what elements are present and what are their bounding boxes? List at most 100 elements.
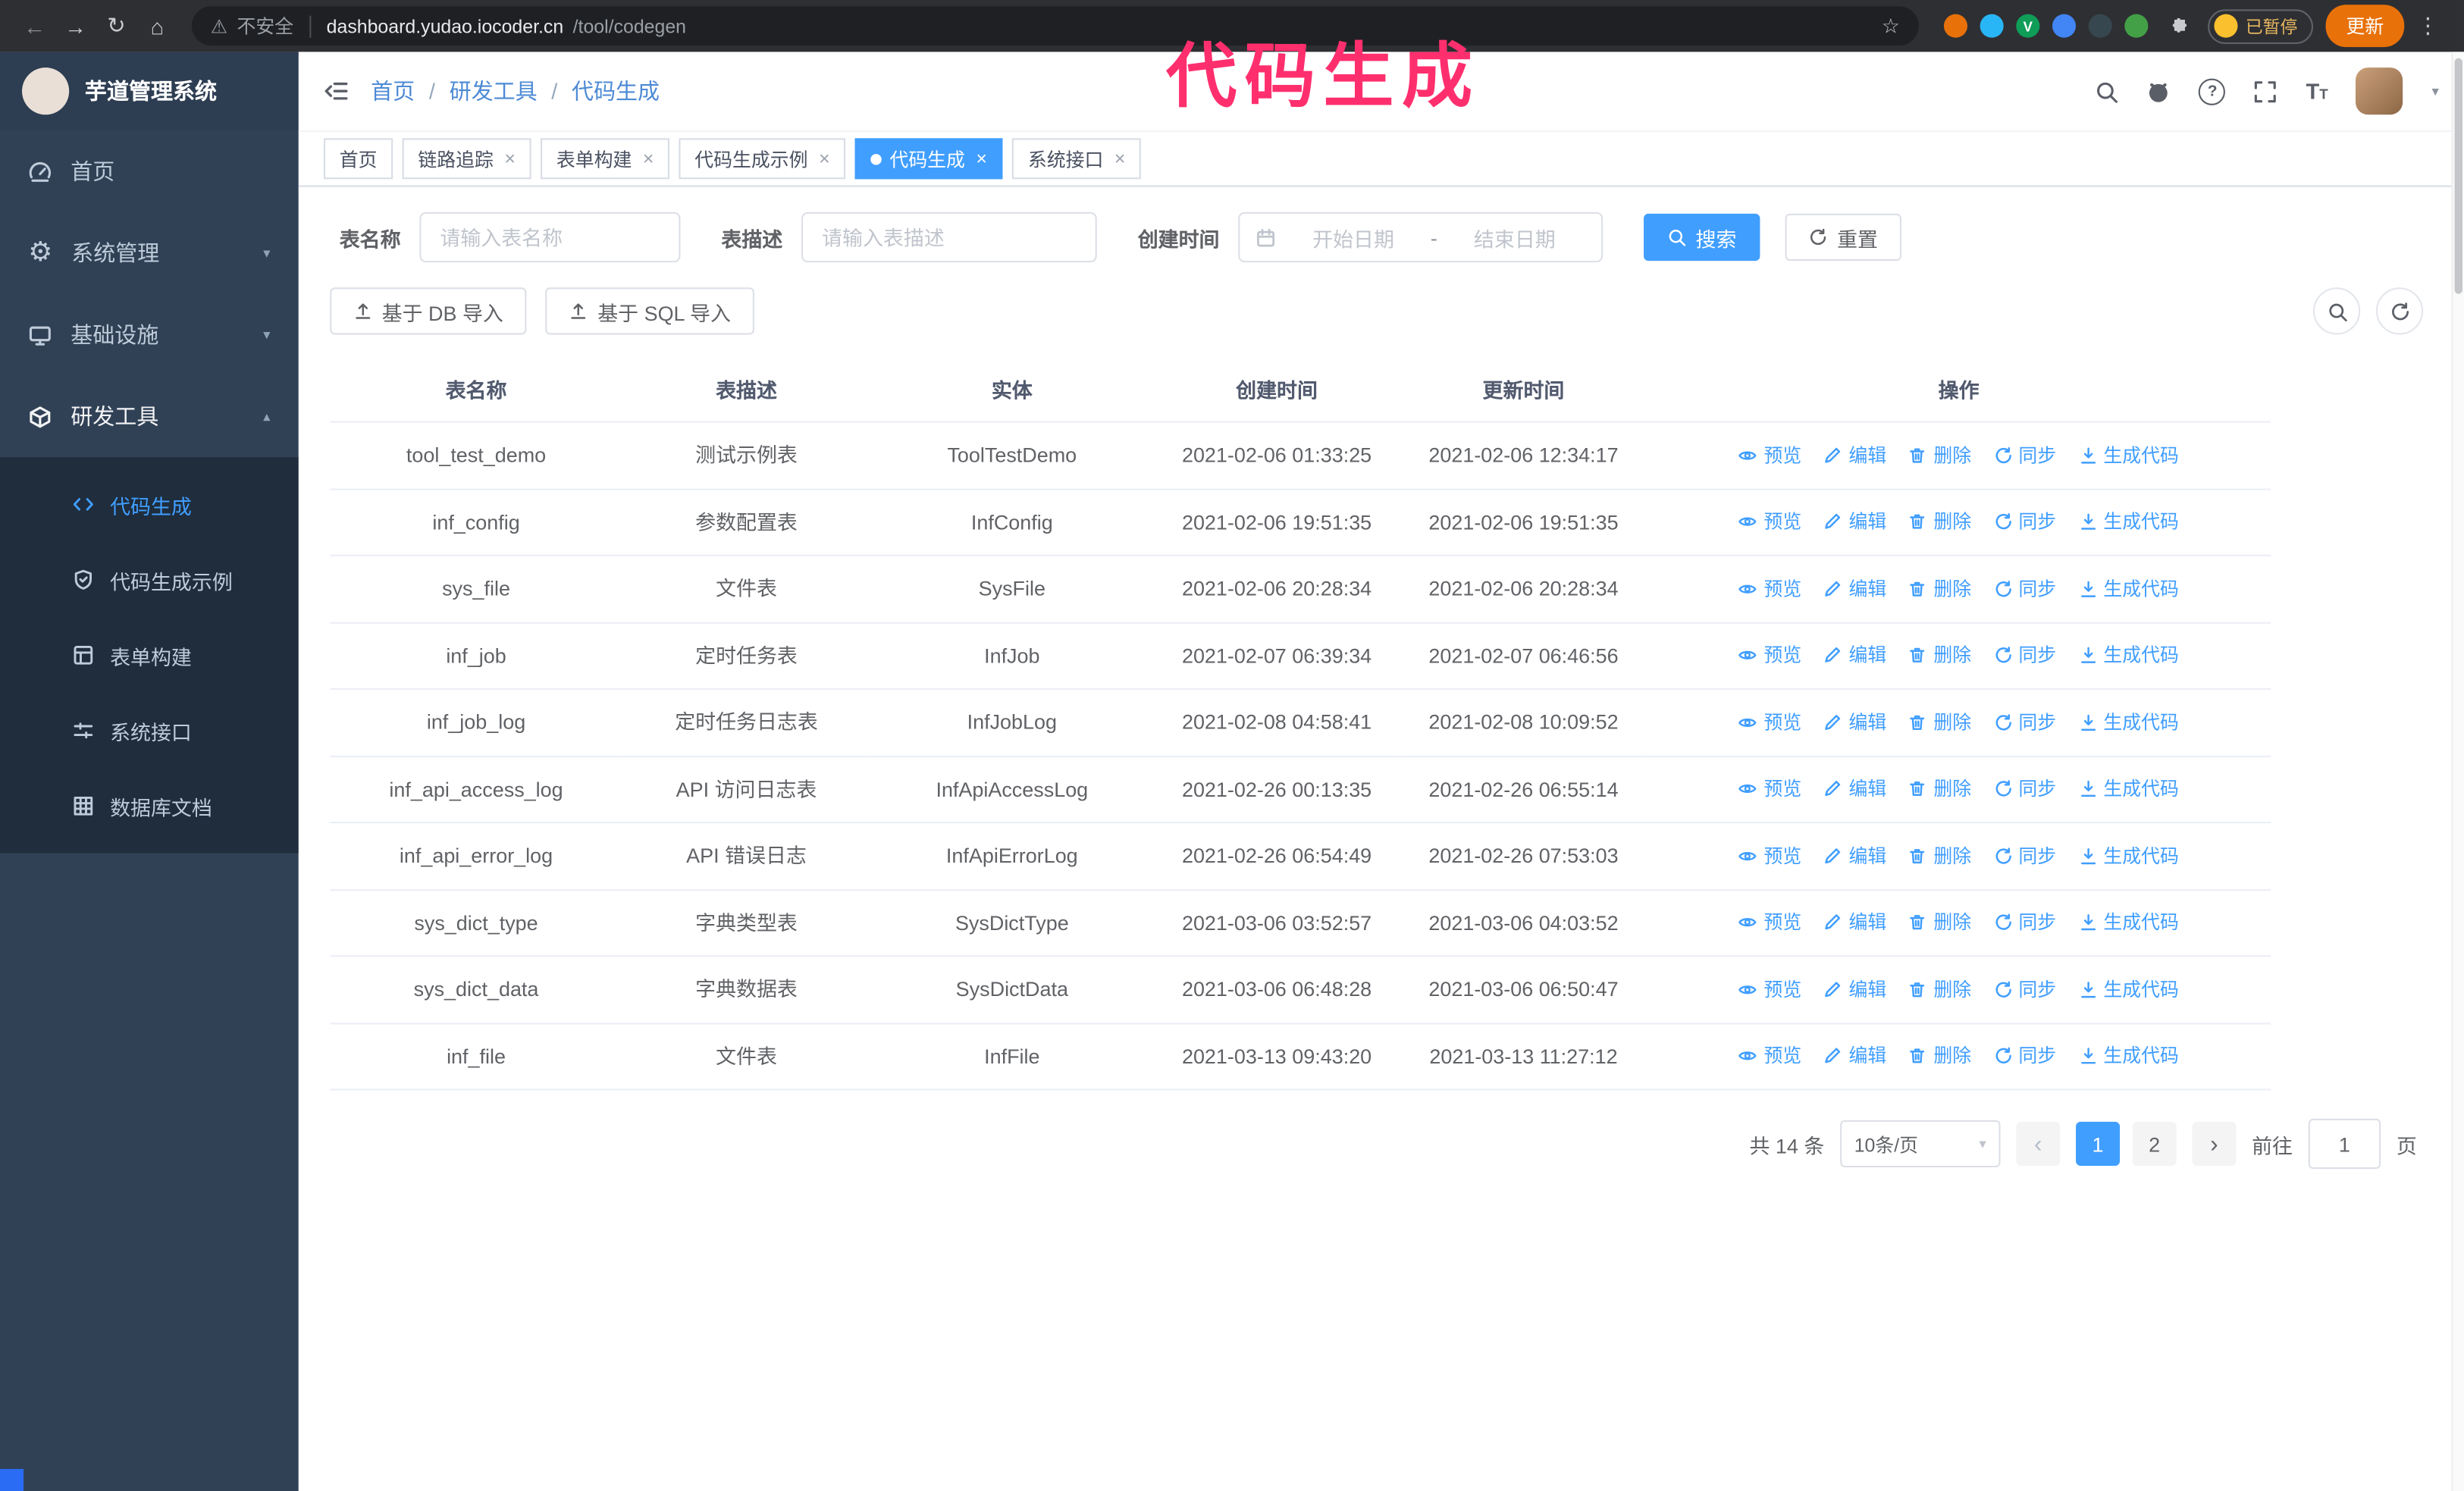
- preview-link[interactable]: 预览: [1738, 575, 1801, 603]
- generate-code-link[interactable]: 生成代码: [2078, 909, 2179, 937]
- generate-code-link[interactable]: 生成代码: [2078, 708, 2179, 736]
- sync-link[interactable]: 同步: [1993, 508, 2056, 536]
- preview-link[interactable]: 预览: [1738, 441, 1801, 469]
- preview-link[interactable]: 预览: [1738, 508, 1801, 536]
- sidebar-subitem-db-doc[interactable]: 数据库文档: [0, 769, 299, 844]
- search-icon[interactable]: [2096, 80, 2119, 103]
- edit-link[interactable]: 编辑: [1823, 976, 1886, 1004]
- reset-button[interactable]: 重置: [1785, 213, 1902, 262]
- font-size-icon[interactable]: TT: [2306, 79, 2328, 104]
- sync-link[interactable]: 同步: [1993, 708, 2056, 736]
- collapse-sidebar-icon[interactable]: [324, 79, 349, 104]
- edit-link[interactable]: 编辑: [1823, 508, 1886, 536]
- update-button[interactable]: 更新: [2325, 5, 2405, 48]
- sidebar-item-system[interactable]: ⚙ 系统管理 ▾: [0, 212, 299, 294]
- table-desc-input[interactable]: [801, 211, 1097, 263]
- tab-1[interactable]: 链路追踪 ×: [402, 138, 531, 180]
- sidebar-subitem-form-builder[interactable]: 表单构建: [0, 618, 299, 693]
- generate-code-link[interactable]: 生成代码: [2078, 976, 2179, 1004]
- preview-link[interactable]: 预览: [1738, 641, 1801, 669]
- address-bar[interactable]: ⚠ 不安全 dashboard.yudao.iocoder.cn/tool/co…: [191, 6, 1919, 46]
- edit-link[interactable]: 编辑: [1823, 775, 1886, 803]
- generate-code-link[interactable]: 生成代码: [2078, 775, 2179, 803]
- help-icon[interactable]: ?: [2199, 77, 2226, 105]
- close-icon[interactable]: ×: [643, 148, 654, 170]
- delete-link[interactable]: 删除: [1908, 909, 1971, 937]
- close-icon[interactable]: ×: [504, 148, 516, 170]
- close-icon[interactable]: ×: [976, 148, 987, 170]
- delete-link[interactable]: 删除: [1908, 575, 1971, 603]
- import-sql-button[interactable]: 基于 SQL 导入: [545, 287, 755, 335]
- profile-chip[interactable]: 已暂停: [2208, 8, 2313, 43]
- import-db-button[interactable]: 基于 DB 导入: [330, 287, 527, 335]
- edit-link[interactable]: 编辑: [1823, 841, 1886, 869]
- fullscreen-icon[interactable]: [2254, 80, 2277, 103]
- delete-link[interactable]: 删除: [1908, 775, 1971, 803]
- tab-4[interactable]: 代码生成 ×: [854, 138, 1003, 180]
- sync-link[interactable]: 同步: [1993, 775, 2056, 803]
- tab-3[interactable]: 代码生成示例 ×: [679, 138, 846, 180]
- extension-icon[interactable]: [2088, 14, 2112, 38]
- goto-page-input[interactable]: [2308, 1118, 2381, 1170]
- tab-5[interactable]: 系统接口 ×: [1012, 138, 1142, 180]
- sync-link[interactable]: 同步: [1993, 976, 2056, 1004]
- refresh-table-button[interactable]: [2375, 287, 2424, 335]
- delete-link[interactable]: 删除: [1908, 1042, 1971, 1070]
- breadcrumb-item[interactable]: 首页: [371, 75, 415, 106]
- page-2-button[interactable]: 2: [2132, 1121, 2177, 1166]
- generate-code-link[interactable]: 生成代码: [2078, 1042, 2179, 1070]
- delete-link[interactable]: 删除: [1908, 641, 1971, 669]
- sync-link[interactable]: 同步: [1993, 641, 2056, 669]
- preview-link[interactable]: 预览: [1738, 976, 1801, 1004]
- kebab-menu-icon[interactable]: ⋮: [2407, 13, 2448, 39]
- extension-icon[interactable]: [2052, 14, 2077, 38]
- date-range-picker[interactable]: 开始日期 - 结束日期: [1238, 211, 1603, 263]
- sync-link[interactable]: 同步: [1993, 575, 2056, 603]
- delete-link[interactable]: 删除: [1908, 508, 1971, 536]
- close-icon[interactable]: ×: [1114, 148, 1126, 170]
- extension-icon[interactable]: [1980, 14, 2004, 38]
- sidebar-item-home[interactable]: 首页: [0, 130, 299, 212]
- sync-link[interactable]: 同步: [1993, 909, 2056, 937]
- extension-icon[interactable]: [1943, 14, 1967, 38]
- toggle-search-button[interactable]: [2313, 287, 2361, 335]
- preview-link[interactable]: 预览: [1738, 775, 1801, 803]
- edit-link[interactable]: 编辑: [1823, 441, 1886, 469]
- generate-code-link[interactable]: 生成代码: [2078, 641, 2179, 669]
- edit-link[interactable]: 编辑: [1823, 909, 1886, 937]
- sidebar-subitem-system-api[interactable]: 系统接口: [0, 693, 299, 768]
- breadcrumb-item[interactable]: 研发工具: [450, 75, 538, 106]
- edit-link[interactable]: 编辑: [1823, 575, 1886, 603]
- extension-icon[interactable]: [2124, 14, 2149, 38]
- search-button[interactable]: 搜索: [1644, 213, 1760, 262]
- preview-link[interactable]: 预览: [1738, 1042, 1801, 1070]
- generate-code-link[interactable]: 生成代码: [2078, 508, 2179, 536]
- reload-icon[interactable]: ↻: [98, 7, 136, 45]
- app-logo[interactable]: 芋道管理系统: [0, 52, 299, 131]
- preview-link[interactable]: 预览: [1738, 841, 1801, 869]
- close-icon[interactable]: ×: [819, 148, 830, 170]
- sidebar-subitem-codegen-example[interactable]: 代码生成示例: [0, 542, 299, 617]
- table-name-input[interactable]: [419, 211, 681, 263]
- generate-code-link[interactable]: 生成代码: [2078, 441, 2179, 469]
- prev-page-button[interactable]: ‹: [2016, 1121, 2061, 1166]
- preview-link[interactable]: 预览: [1738, 909, 1801, 937]
- page-1-button[interactable]: 1: [2075, 1121, 2121, 1166]
- preview-link[interactable]: 预览: [1738, 708, 1801, 736]
- browser-home-icon[interactable]: ⌂: [138, 7, 176, 45]
- next-page-button[interactable]: ›: [2192, 1121, 2237, 1166]
- delete-link[interactable]: 删除: [1908, 841, 1971, 869]
- generate-code-link[interactable]: 生成代码: [2078, 841, 2179, 869]
- sync-link[interactable]: 同步: [1993, 1042, 2056, 1070]
- breadcrumb-item[interactable]: 代码生成: [572, 75, 660, 106]
- bookmark-star-icon[interactable]: ☆: [1882, 14, 1900, 39]
- forward-icon[interactable]: →: [57, 7, 95, 45]
- delete-link[interactable]: 删除: [1908, 441, 1971, 469]
- edit-link[interactable]: 编辑: [1823, 1042, 1886, 1070]
- tab-0[interactable]: 首页: [323, 138, 393, 180]
- avatar[interactable]: [2356, 67, 2404, 115]
- edit-link[interactable]: 编辑: [1823, 641, 1886, 669]
- generate-code-link[interactable]: 生成代码: [2078, 575, 2179, 603]
- delete-link[interactable]: 删除: [1908, 976, 1971, 1004]
- page-size-select[interactable]: 10条/页 ▾: [1840, 1120, 2001, 1168]
